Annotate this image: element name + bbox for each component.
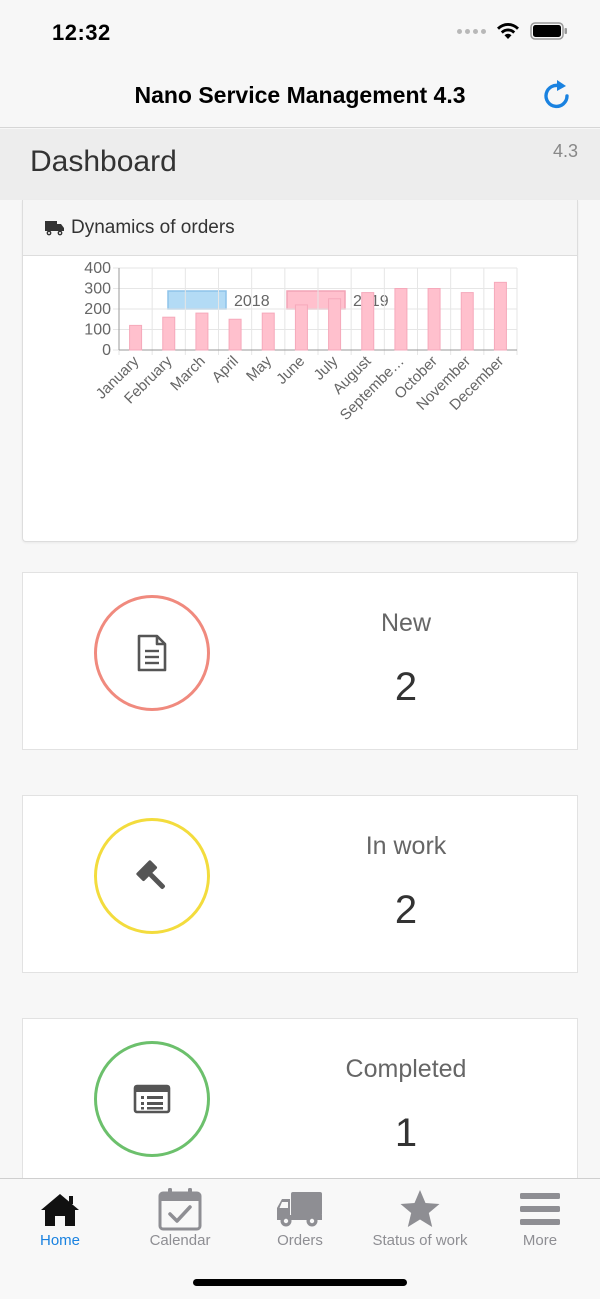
home-indicator [193, 1279, 407, 1286]
navigation-bar: Nano Service Management 4.3 [0, 62, 600, 128]
truck-icon [240, 1187, 360, 1231]
bar-2019-October [427, 288, 441, 351]
refresh-icon[interactable] [540, 78, 574, 112]
page-title: Dashboard [30, 145, 177, 178]
tab-label-orders: Orders [277, 1232, 323, 1249]
tab-more[interactable]: More [480, 1179, 600, 1259]
truck-icon [45, 220, 65, 236]
x-tick-label: June [273, 353, 308, 388]
x-tick-label: April [209, 353, 242, 386]
bar-2019-March [195, 312, 209, 351]
bar-2019-November [460, 292, 474, 351]
tab-label-home: Home [39, 1232, 80, 1249]
battery-icon [530, 22, 567, 40]
tab-status-of-work[interactable]: Status of work [360, 1179, 480, 1259]
signal-icon [457, 28, 486, 34]
tab-label-status-of-work: Status of work [372, 1232, 468, 1249]
bar-2019-January [129, 324, 143, 351]
star-icon [360, 1187, 480, 1231]
stat-circle-completed [94, 1041, 210, 1157]
bar-2019-Septembe… [394, 288, 408, 351]
stat-value-new: 2 [394, 665, 418, 709]
bar-2019-February [162, 316, 176, 351]
x-tick-label: May [243, 352, 275, 384]
bar-2019-May [261, 312, 275, 351]
version-label: 4.3 [552, 141, 578, 161]
tab-label-calendar: Calendar [149, 1232, 211, 1249]
stat-label-in-work: In work [365, 832, 447, 860]
bar-2019-December [493, 281, 507, 351]
y-tick-label: 100 [84, 322, 111, 339]
gavel-icon [136, 860, 165, 889]
status-icons [457, 22, 568, 40]
menu-icon [480, 1187, 600, 1231]
stat-card-in-work[interactable]: In work 2 [22, 795, 578, 973]
calendar-icon [120, 1187, 240, 1231]
y-tick-label: 200 [84, 301, 111, 318]
list-icon [133, 1084, 171, 1114]
x-tick-label: March [167, 353, 208, 394]
legend-swatch-2018 [167, 290, 227, 310]
orders-bar-chart: 201820190100200300400JanuaryFebruaryMarc… [84, 260, 518, 424]
chart-card-title: Dynamics of orders [71, 216, 235, 238]
stat-card-completed[interactable]: Completed 1 [22, 1018, 578, 1196]
stat-value-completed: 1 [394, 1111, 418, 1155]
bar-2019-August [361, 292, 375, 351]
stat-card-new[interactable]: New 2 [22, 572, 578, 750]
tab-home[interactable]: Home [0, 1179, 120, 1259]
home-icon [0, 1187, 120, 1231]
bar-2019-April [228, 318, 242, 351]
stat-circle-new [94, 595, 210, 711]
tab-calendar[interactable]: Calendar [120, 1179, 240, 1259]
stat-value-in-work: 2 [394, 888, 418, 932]
wifi-icon [497, 23, 519, 39]
document-icon [137, 634, 167, 672]
bar-2019-June [294, 304, 308, 351]
orders-chart-card: Dynamics of orders 201820190100200300400… [22, 200, 578, 542]
app-title: Nano Service Management 4.3 [134, 82, 466, 108]
status-time: 12:32 [52, 20, 111, 45]
bar-2019-July [328, 298, 342, 351]
y-tick-label: 300 [84, 281, 111, 298]
tab-orders[interactable]: Orders [240, 1179, 360, 1259]
status-bar: 12:32 [0, 0, 600, 62]
chart-card-header: Dynamics of orders [23, 200, 577, 256]
stat-label-completed: Completed [345, 1055, 467, 1083]
tab-label-more: More [522, 1232, 558, 1249]
y-tick-label: 0 [102, 342, 111, 359]
stat-circle-in-work [94, 818, 210, 934]
y-tick-label: 400 [84, 260, 111, 277]
page-header: Dashboard 4.3 [0, 129, 600, 200]
stat-label-new: New [380, 609, 431, 637]
